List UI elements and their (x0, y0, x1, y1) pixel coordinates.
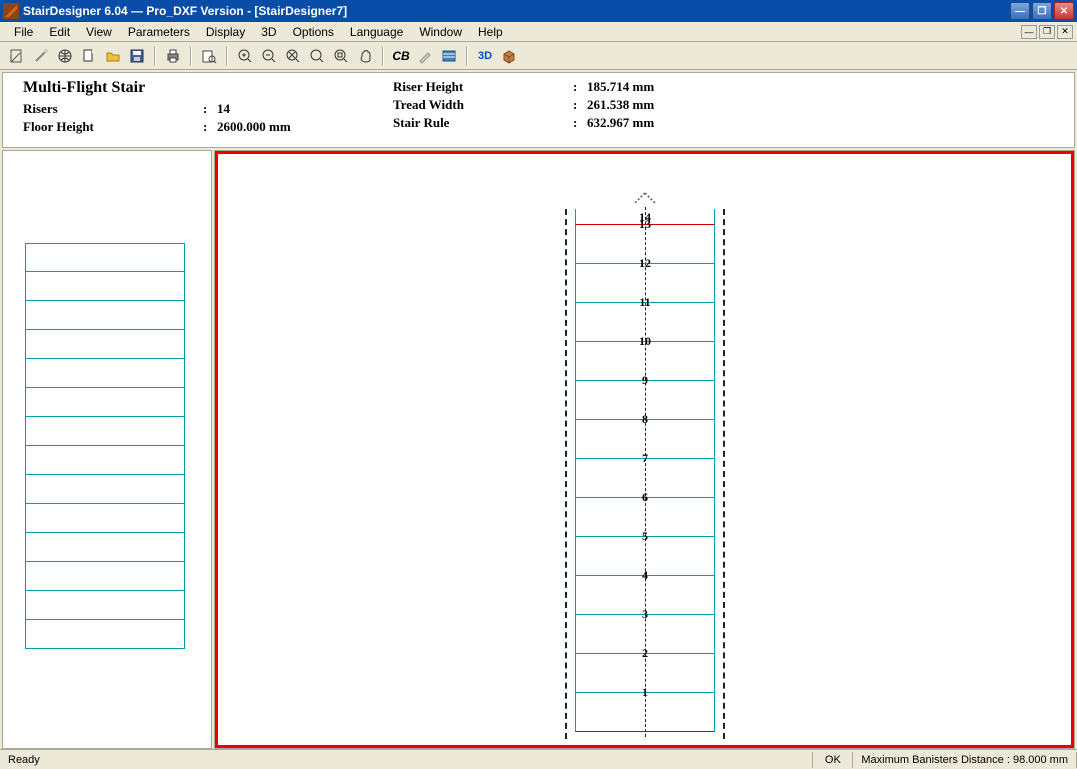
stair-plan-view: 14 13 12 11 10 9 8 7 6 5 4 3 2 1 (575, 191, 715, 732)
zoom-out-button[interactable] (258, 45, 280, 67)
window-title: StairDesigner 6.04 — Pro_DXF Version - [… (23, 4, 1010, 18)
mdi-close-button[interactable]: ✕ (1057, 25, 1073, 39)
menu-display[interactable]: Display (198, 23, 253, 41)
direction-arrow-icon (575, 191, 715, 209)
new-stair-button[interactable] (6, 45, 28, 67)
globe-button[interactable] (54, 45, 76, 67)
maximize-button[interactable]: ❐ (1032, 2, 1052, 20)
tread-width-label: Tread Width (393, 97, 573, 113)
zoom-window-button[interactable] (330, 45, 352, 67)
print-button[interactable] (162, 45, 184, 67)
menu-language[interactable]: Language (342, 23, 411, 41)
mdi-restore-button[interactable]: ❐ (1039, 25, 1055, 39)
toolbar: CB 3D (0, 42, 1077, 70)
toolbar-separator (382, 46, 384, 66)
risers-label: Risers (23, 101, 203, 117)
mdi-controls: — ❐ ✕ (1021, 25, 1073, 39)
side-panel[interactable] (2, 150, 212, 749)
menu-file[interactable]: File (6, 23, 41, 41)
floor-height-label: Floor Height (23, 119, 203, 135)
pan-button[interactable] (354, 45, 376, 67)
riser-height-value: 185.714 mm (587, 79, 654, 95)
riser-height-label: Riser Height (393, 79, 573, 95)
title-bar: StairDesigner 6.04 — Pro_DXF Version - [… (0, 0, 1077, 22)
menu-view[interactable]: View (78, 23, 120, 41)
menu-edit[interactable]: Edit (41, 23, 78, 41)
zoom-fit-button[interactable] (282, 45, 304, 67)
status-bar: Ready OK Maximum Banisters Distance : 98… (0, 749, 1077, 769)
tread-1[interactable]: 1 (575, 693, 715, 732)
status-banisters: Maximum Banisters Distance : 98.000 mm (853, 752, 1077, 768)
status-ok: OK (813, 752, 853, 768)
menu-options[interactable]: Options (285, 23, 342, 41)
zoom-in-button[interactable] (234, 45, 256, 67)
status-ready: Ready (0, 752, 813, 768)
guide-line-left (565, 209, 567, 739)
3d-view-button[interactable] (498, 45, 520, 67)
menu-bar: File Edit View Parameters Display 3D Opt… (0, 22, 1077, 42)
cb-button[interactable]: CB (390, 45, 412, 67)
toolbar-separator (154, 46, 156, 66)
guide-line-right (723, 209, 725, 739)
menu-help[interactable]: Help (470, 23, 511, 41)
app-icon (3, 3, 19, 19)
stair-title: Multi-Flight Stair (23, 79, 393, 97)
menu-window[interactable]: Window (411, 23, 470, 41)
layers-button[interactable] (438, 45, 460, 67)
close-button[interactable]: ✕ (1054, 2, 1074, 20)
stair-rule-value: 632.967 mm (587, 115, 654, 131)
3d-button[interactable]: 3D (474, 45, 496, 67)
minimize-button[interactable]: — (1010, 2, 1030, 20)
toolbar-separator (466, 46, 468, 66)
stair-rule-label: Stair Rule (393, 115, 573, 131)
menu-parameters[interactable]: Parameters (120, 23, 198, 41)
mdi-minimize-button[interactable]: — (1021, 25, 1037, 39)
work-area: 14 13 12 11 10 9 8 7 6 5 4 3 2 1 (2, 150, 1075, 749)
window-controls: — ❐ ✕ (1010, 2, 1074, 20)
floor-height-value: 2600.000 mm (217, 119, 291, 135)
save-button[interactable] (126, 45, 148, 67)
toolbar-separator (190, 46, 192, 66)
main-panel[interactable]: 14 13 12 11 10 9 8 7 6 5 4 3 2 1 (214, 150, 1075, 749)
new-file-button[interactable] (78, 45, 100, 67)
brush-button[interactable] (414, 45, 436, 67)
wizard-button[interactable] (30, 45, 52, 67)
side-stair-preview (25, 243, 185, 649)
menu-3d[interactable]: 3D (253, 23, 284, 41)
tread-width-value: 261.538 mm (587, 97, 654, 113)
preview-button[interactable] (198, 45, 220, 67)
zoom-reset-button[interactable] (306, 45, 328, 67)
risers-value: 14 (217, 101, 230, 117)
info-panel: Multi-Flight Stair Risers : 14 Floor Hei… (2, 72, 1075, 148)
open-file-button[interactable] (102, 45, 124, 67)
toolbar-separator (226, 46, 228, 66)
